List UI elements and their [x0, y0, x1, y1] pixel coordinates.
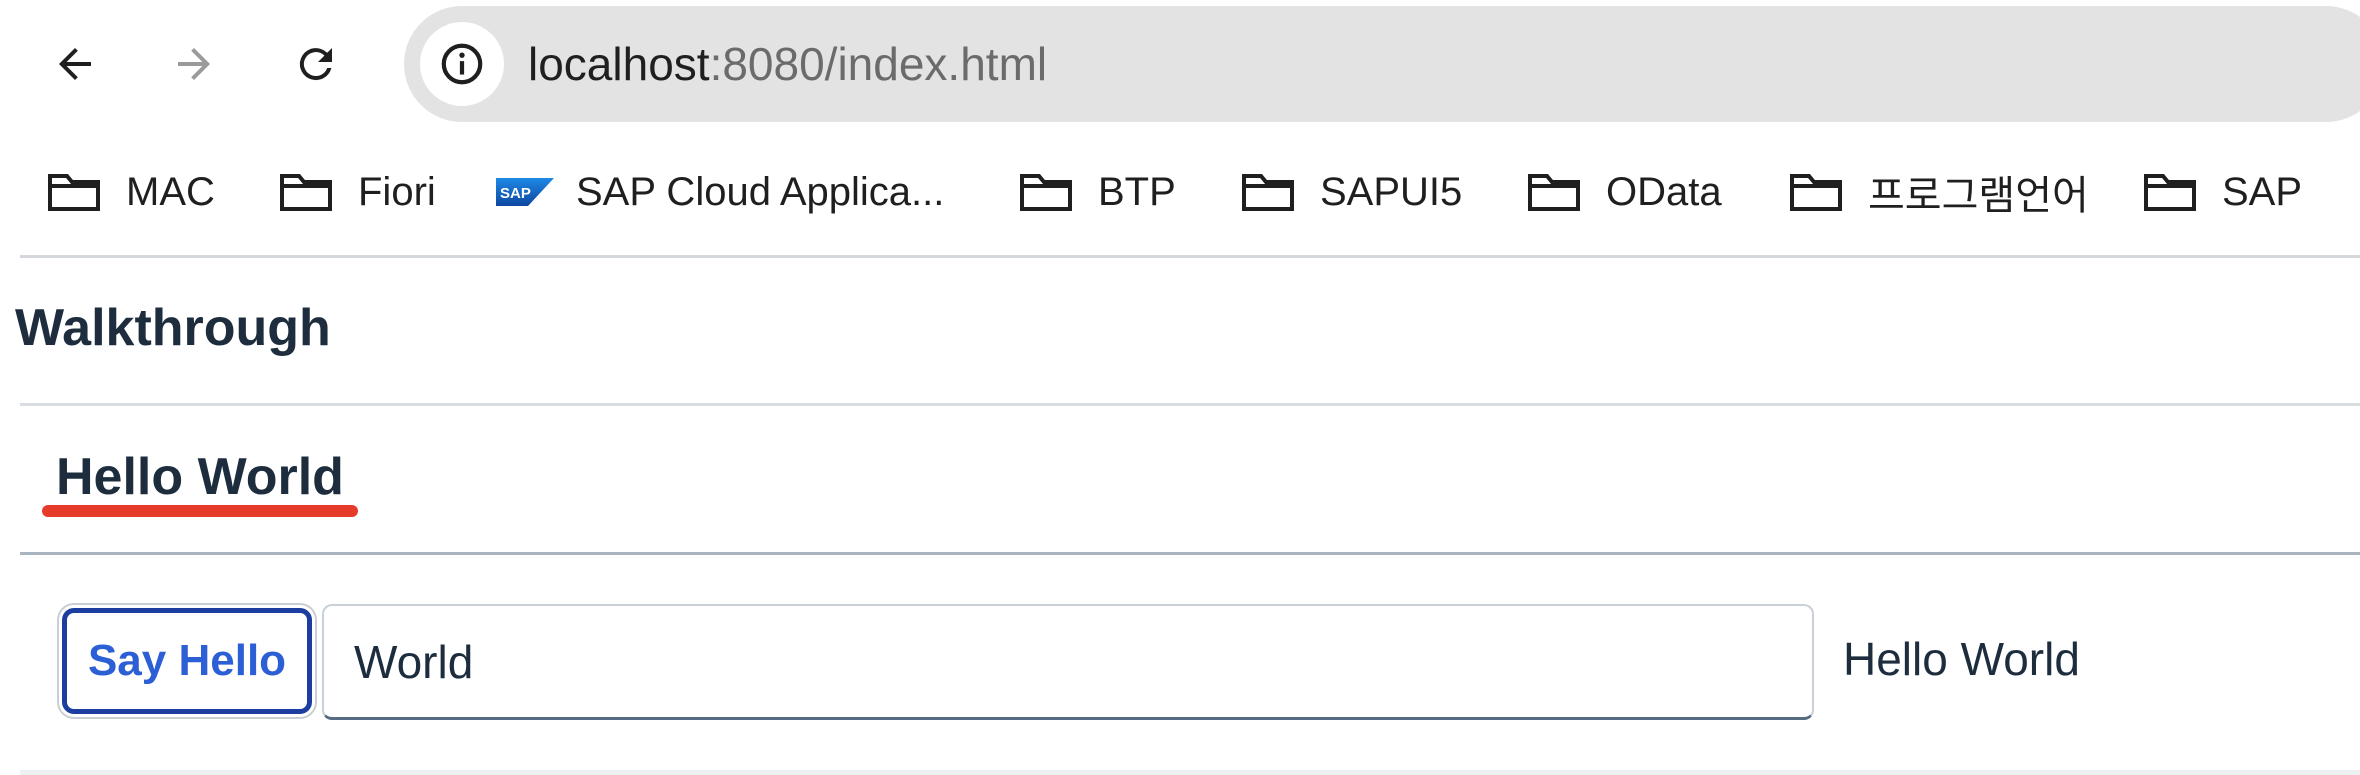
bookmark-odata[interactable]: OData: [1526, 162, 1722, 222]
folder-icon: [2144, 174, 2196, 211]
panel-bottom-edge: [20, 770, 2360, 775]
folder-icon: [1790, 174, 1842, 211]
browser-content-divider: [20, 255, 2360, 258]
name-input[interactable]: [322, 604, 1814, 720]
say-hello-button[interactable]: Say Hello: [62, 608, 312, 714]
bookmark-label: MAC: [126, 169, 215, 214]
folder-icon: [1242, 174, 1294, 211]
url-text[interactable]: localhost:8080/index.html: [528, 6, 1047, 122]
bookmark-label: SAP: [2222, 169, 2303, 214]
url-host: localhost: [528, 38, 710, 90]
sap-logo-icon: SAP: [496, 178, 554, 206]
address-bar[interactable]: localhost:8080/index.html: [404, 6, 2360, 122]
arrow-right-icon: [178, 48, 210, 80]
panel-header-divider: [20, 552, 2360, 555]
arrow-left-icon: [59, 48, 91, 80]
url-path: :8080/index.html: [709, 38, 1048, 90]
site-info-button[interactable]: [420, 22, 504, 106]
bookmark-label: Fiori: [358, 169, 436, 214]
bookmark-label: SAPUI5: [1320, 169, 1463, 214]
greeting-text: Hello World: [1843, 633, 2080, 685]
bookmark-sapui5[interactable]: SAPUI5: [1240, 162, 1462, 222]
folder-icon: [280, 174, 332, 211]
bookmark-btp[interactable]: BTP: [1018, 162, 1176, 222]
bookmark-label: OData: [1606, 169, 1722, 214]
bookmark-sap[interactable]: SAP: [2142, 162, 2302, 222]
svg-text:SAP: SAP: [500, 185, 531, 202]
bookmark-mac[interactable]: MAC: [46, 162, 215, 222]
info-icon: [441, 43, 483, 85]
forward-button[interactable]: [150, 20, 238, 108]
browser-toolbar: localhost:8080/index.html: [0, 0, 2360, 128]
annotation-underline: [42, 505, 358, 517]
bookmark-programming-languages[interactable]: 프로그램언어: [1788, 162, 2089, 222]
page-title: Walkthrough: [15, 299, 331, 357]
back-button[interactable]: [31, 20, 119, 108]
page-header-divider: [20, 403, 2360, 406]
bookmark-label: SAP Cloud Applica...: [576, 169, 945, 214]
bookmark-label: 프로그램언어: [1868, 174, 2089, 218]
bookmark-label: BTP: [1098, 169, 1176, 214]
folder-icon: [48, 174, 100, 211]
bookmark-sap-cloud[interactable]: SAP SAP Cloud Applica...: [496, 162, 944, 222]
reload-icon: [299, 48, 332, 81]
bookmark-fiori[interactable]: Fiori: [278, 162, 436, 222]
bookmarks-bar: MAC Fiori SAP SAP Cloud Applica... BTP S…: [0, 132, 2360, 252]
folder-icon: [1528, 174, 1580, 211]
panel-title: Hello World: [56, 448, 344, 506]
reload-button[interactable]: [272, 20, 360, 108]
folder-icon: [1020, 174, 1072, 211]
